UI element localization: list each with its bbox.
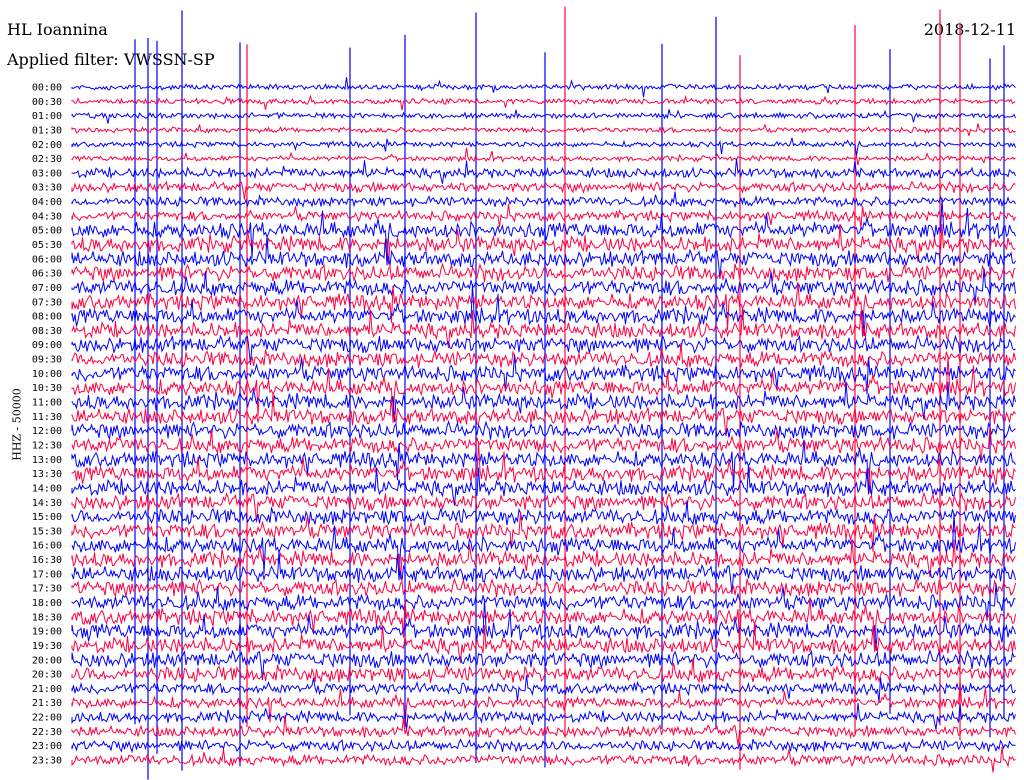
row-time-label: 21:30 <box>32 698 62 709</box>
row-time-label: 15:00 <box>32 512 62 523</box>
seismic-trace-row <box>71 94 1016 111</box>
helicorder-plot: 00:00 00:30 01:00 01:30 02:00 02:30 03:00 03:30… <box>32 6 1016 780</box>
row-time-label: 12:30 <box>32 440 62 451</box>
seismic-trace-row <box>71 158 1016 184</box>
row-time-label: 21:00 <box>32 684 62 695</box>
row-time-label: 16:00 <box>32 541 62 552</box>
row-time-label: 02:00 <box>32 140 62 151</box>
row-time-label: 04:00 <box>32 197 62 208</box>
row-time-label: 15:30 <box>32 526 62 537</box>
seismic-trace-row <box>71 147 1016 166</box>
row-time-label: 07:30 <box>32 297 62 308</box>
seismic-trace-row <box>71 204 1016 229</box>
row-time-label: 03:30 <box>32 183 62 194</box>
seismic-trace-row <box>71 511 1016 552</box>
row-time-label: 14:00 <box>32 483 62 494</box>
row-time-label: 09:30 <box>32 355 62 366</box>
seismic-trace-row <box>71 268 1016 306</box>
row-time-label: 10:00 <box>32 369 62 380</box>
row-time-label: 09:00 <box>32 340 62 351</box>
row-time-label: 00:30 <box>32 97 62 108</box>
row-time-label: 01:00 <box>32 111 62 122</box>
row-time-label: 17:00 <box>32 569 62 580</box>
row-time-label: 19:00 <box>32 627 62 638</box>
row-time-label: 17:30 <box>32 584 62 595</box>
row-time-label: 22:00 <box>32 713 62 724</box>
row-time-label: 05:30 <box>32 240 62 251</box>
row-time-label: 11:00 <box>32 398 62 409</box>
row-time-label: 08:30 <box>32 326 62 337</box>
seismic-trace-row <box>71 109 1016 124</box>
seismic-trace-row <box>71 420 1016 441</box>
row-time-label: 13:00 <box>32 455 62 466</box>
row-time-label: 12:00 <box>32 426 62 437</box>
seismic-trace-row <box>71 180 1016 200</box>
row-time-label: 05:00 <box>32 226 62 237</box>
seismic-trace-row <box>71 675 1016 703</box>
row-time-label: 23:00 <box>32 741 62 752</box>
row-time-label: 06:00 <box>32 254 62 265</box>
seismic-trace-row <box>71 649 1016 680</box>
seismic-trace-row <box>71 191 1016 209</box>
seismic-trace-row <box>71 198 1016 266</box>
row-time-label: 14:30 <box>32 498 62 509</box>
seismic-trace-row <box>71 392 1016 437</box>
seismic-trace-row <box>71 137 1016 157</box>
row-time-label: 03:00 <box>32 168 62 179</box>
row-time-label: 10:30 <box>32 383 62 394</box>
seismic-trace-row <box>71 583 1016 621</box>
seismic-trace-row <box>71 738 1016 754</box>
seismic-trace-row <box>71 715 1016 746</box>
row-time-label: 19:30 <box>32 641 62 652</box>
row-time-label: 13:30 <box>32 469 62 480</box>
row-time-label: 16:30 <box>32 555 62 566</box>
row-time-label: 06:30 <box>32 269 62 280</box>
row-time-label: 20:00 <box>32 655 62 666</box>
row-time-label: 01:30 <box>32 125 62 136</box>
seismic-trace-row <box>71 123 1016 137</box>
row-time-label: 23:30 <box>32 756 62 767</box>
row-time-label: 07:00 <box>32 283 62 294</box>
row-time-label: 08:00 <box>32 312 62 323</box>
row-time-label: 18:30 <box>32 612 62 623</box>
row-time-label: 18:00 <box>32 598 62 609</box>
row-time-label: 22:30 <box>32 727 62 738</box>
row-time-label: 02:30 <box>32 154 62 165</box>
row-time-label: 04:30 <box>32 211 62 222</box>
row-time-label: 20:30 <box>32 670 62 681</box>
seismic-trace-row <box>71 577 1016 598</box>
row-time-label: 00:00 <box>32 83 62 94</box>
row-time-label: 11:30 <box>32 412 62 423</box>
seismic-trace-row <box>71 746 1016 773</box>
seismic-trace-row <box>71 77 1016 98</box>
